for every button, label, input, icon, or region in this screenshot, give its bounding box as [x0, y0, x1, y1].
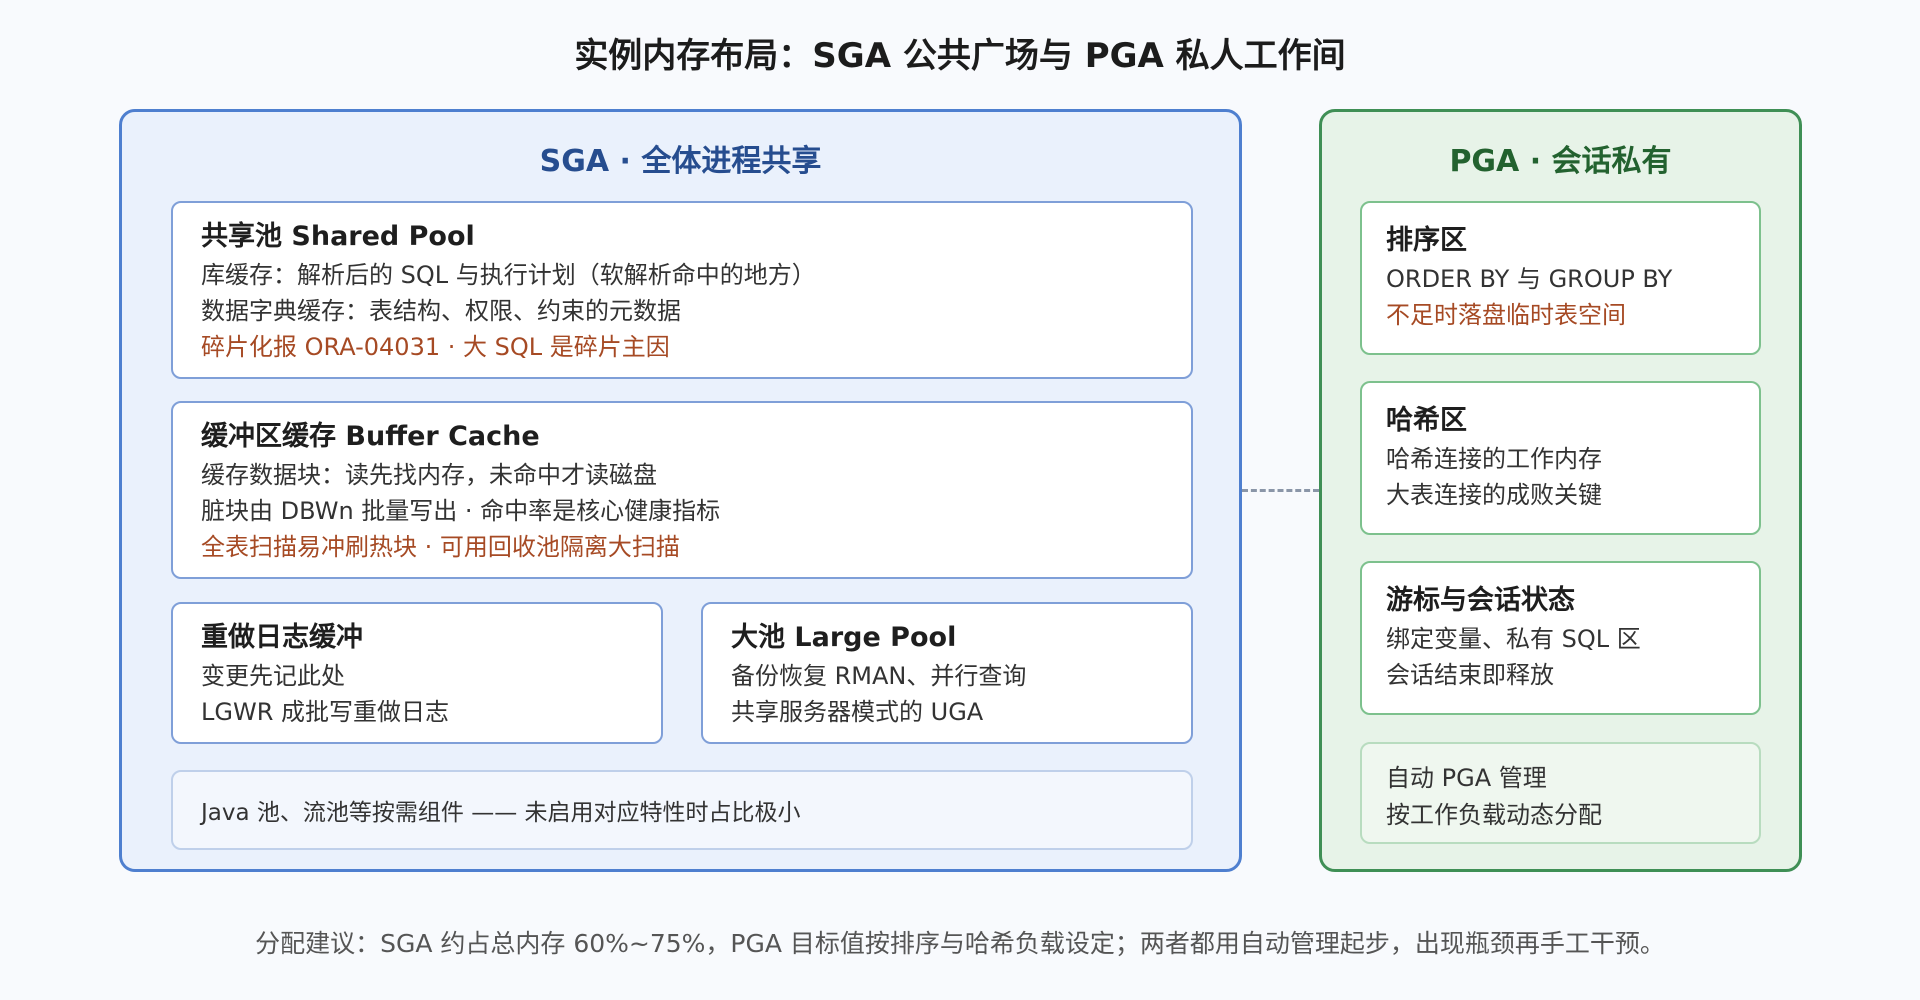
other-components-text: Java 池、流池等按需组件 —— 未启用对应特性时占比极小	[201, 800, 801, 826]
hash-area-line: 哈希连接的工作内存	[1386, 445, 1602, 473]
sga-panel: SGA · 全体进程共享 共享池 Shared Pool 库缓存：解析后的 SQ…	[119, 109, 1242, 872]
large-pool-line: 共享服务器模式的 UGA	[731, 698, 984, 726]
buffer-cache-heading: 缓冲区缓存 Buffer Cache	[201, 421, 540, 452]
pga-panel-title: PGA · 会话私有	[1449, 144, 1672, 179]
sga-pga-connector	[1242, 489, 1319, 492]
shared-pool-heading: 共享池 Shared Pool	[201, 221, 475, 252]
pga-panel: PGA · 会话私有 排序区 ORDER BY 与 GROUP BY 不足时落盘…	[1319, 109, 1802, 872]
buffer-cache-line: 缓存数据块：读先找内存，未命中才读磁盘	[201, 461, 657, 489]
auto-pga-box: 自动 PGA 管理 按工作负载动态分配	[1360, 742, 1761, 844]
redo-buffer-line: LGWR 成批写重做日志	[201, 698, 450, 726]
large-pool-heading: 大池 Large Pool	[731, 622, 957, 653]
auto-pga-line: 自动 PGA 管理	[1386, 764, 1547, 792]
cursor-state-box: 游标与会话状态 绑定变量、私有 SQL 区 会话结束即释放	[1360, 561, 1761, 715]
buffer-cache-warning: 全表扫描易冲刷热块 · 可用回收池隔离大扫描	[201, 533, 680, 561]
shared-pool-line: 数据字典缓存：表结构、权限、约束的元数据	[201, 297, 681, 325]
hash-area-line: 大表连接的成败关键	[1386, 481, 1602, 509]
shared-pool-line: 库缓存：解析后的 SQL 与执行计划（软解析命中的地方）	[201, 261, 816, 289]
diagram-title: 实例内存布局：SGA 公共广场与 PGA 私人工作间	[574, 36, 1346, 76]
redo-buffer-box: 重做日志缓冲 变更先记此处 LGWR 成批写重做日志	[171, 602, 663, 744]
cursor-state-heading: 游标与会话状态	[1386, 585, 1575, 616]
large-pool-line: 备份恢复 RMAN、并行查询	[731, 662, 1027, 690]
large-pool-box: 大池 Large Pool 备份恢复 RMAN、并行查询 共享服务器模式的 UG…	[701, 602, 1193, 744]
hash-area-box: 哈希区 哈希连接的工作内存 大表连接的成败关键	[1360, 381, 1761, 535]
buffer-cache-line: 脏块由 DBWn 批量写出 · 命中率是核心健康指标	[201, 497, 721, 525]
buffer-cache-box: 缓冲区缓存 Buffer Cache 缓存数据块：读先找内存，未命中才读磁盘 脏…	[171, 401, 1193, 579]
shared-pool-box: 共享池 Shared Pool 库缓存：解析后的 SQL 与执行计划（软解析命中…	[171, 201, 1193, 379]
hash-area-heading: 哈希区	[1386, 405, 1467, 436]
sort-area-warning: 不足时落盘临时表空间	[1386, 301, 1626, 329]
sga-panel-title: SGA · 全体进程共享	[539, 144, 822, 179]
cursor-state-line: 会话结束即释放	[1386, 661, 1554, 689]
other-components-note: Java 池、流池等按需组件 —— 未启用对应特性时占比极小	[171, 770, 1193, 850]
allocation-advice-footer: 分配建议：SGA 约占总内存 60%~75%，PGA 目标值按排序与哈希负载设定…	[255, 929, 1665, 958]
shared-pool-warning: 碎片化报 ORA-04031 · 大 SQL 是碎片主因	[201, 333, 670, 361]
auto-pga-line: 按工作负载动态分配	[1386, 801, 1602, 829]
sort-area-box: 排序区 ORDER BY 与 GROUP BY 不足时落盘临时表空间	[1360, 201, 1761, 355]
sort-area-heading: 排序区	[1386, 225, 1467, 256]
redo-buffer-line: 变更先记此处	[201, 662, 345, 690]
cursor-state-line: 绑定变量、私有 SQL 区	[1386, 625, 1641, 653]
redo-buffer-heading: 重做日志缓冲	[201, 622, 363, 653]
sort-area-line: ORDER BY 与 GROUP BY	[1386, 265, 1673, 293]
